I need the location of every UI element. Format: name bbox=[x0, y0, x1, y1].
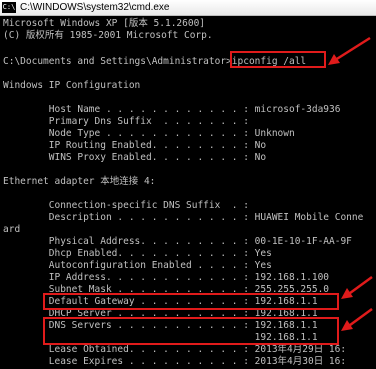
console-line: Dhcp Enabled. . . . . . . . . . . : Yes bbox=[3, 248, 272, 259]
console-line: Description . . . . . . . . . . . : HUAW… bbox=[3, 212, 364, 223]
console-line: (C) 版权所有 1985-2001 Microsoft Corp. bbox=[3, 30, 213, 41]
cmd-icon: C:\ bbox=[2, 2, 16, 13]
console-line: WINS Proxy Enabled. . . . . . . . : No bbox=[3, 152, 267, 163]
title-bar[interactable]: C:\ C:\WINDOWS\system32\cmd.exe bbox=[0, 0, 376, 16]
console-output[interactable]: Microsoft Windows XP [版本 5.1.2600] (C) 版… bbox=[0, 16, 376, 369]
console-line: IP Routing Enabled. . . . . . . . : No bbox=[3, 140, 267, 151]
console-line: IP Address. . . . . . . . . . . . : 192.… bbox=[3, 272, 330, 283]
highlight-box-command bbox=[230, 51, 326, 68]
console-line: ard bbox=[3, 224, 21, 235]
window-title: C:\WINDOWS\system32\cmd.exe bbox=[20, 2, 170, 13]
console-line: Autoconfiguration Enabled . . . . : Yes bbox=[3, 260, 272, 271]
console-line: Physical Address. . . . . . . . . : 00-1… bbox=[3, 236, 352, 247]
console-line: Node Type . . . . . . . . . . . . : Unkn… bbox=[3, 128, 295, 139]
console-line: Ethernet adapter 本地连接 4: bbox=[3, 176, 156, 187]
console-line: Connection-specific DNS Suffix . : bbox=[3, 200, 249, 211]
highlight-box-gateway bbox=[43, 293, 339, 310]
arrow-icon bbox=[341, 275, 373, 299]
console-line: Microsoft Windows XP [版本 5.1.2600] bbox=[3, 18, 206, 29]
console-line: Lease Expires . . . . . . . . . . : 2013… bbox=[3, 356, 347, 367]
arrow-icon bbox=[341, 307, 373, 331]
console-line: Windows IP Configuration bbox=[3, 80, 141, 91]
console-line: Lease Obtained. . . . . . . . . . : 2013… bbox=[3, 344, 347, 355]
highlight-box-dns bbox=[43, 317, 339, 345]
console-line: Host Name . . . . . . . . . . . . : micr… bbox=[3, 104, 341, 115]
cmd-window: C:\ C:\WINDOWS\system32\cmd.exe Microsof… bbox=[0, 0, 376, 369]
console-line: Primary Dns Suffix . . . . . . . : bbox=[3, 116, 249, 127]
arrow-icon bbox=[328, 36, 371, 65]
